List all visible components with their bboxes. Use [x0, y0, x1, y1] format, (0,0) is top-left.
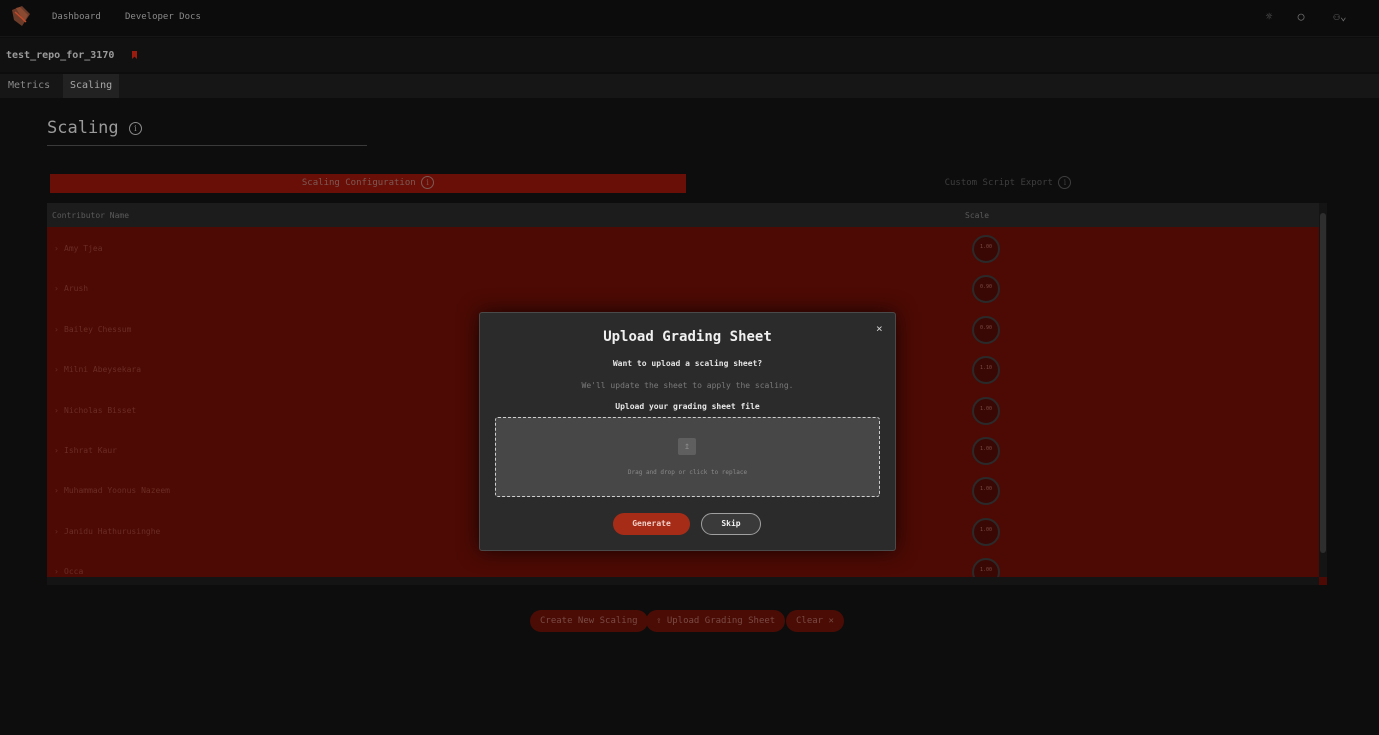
scale-input[interactable]: 1.10 — [972, 356, 1000, 385]
contributor-name: Janidu Hathurusinghe — [64, 526, 161, 536]
upload-grading-sheet-label: Upload Grading Sheet — [666, 616, 776, 626]
column-header-name: Contributor Name — [52, 211, 130, 220]
clear-label: Clear — [796, 616, 824, 626]
table-row[interactable]: › Amy Tjea 1.00 — [47, 235, 1319, 288]
chevron-right-icon[interactable]: › — [54, 567, 59, 576]
close-icon[interactable]: × — [876, 322, 883, 335]
info-icon[interactable]: i — [1058, 176, 1072, 189]
contributor-name: Occa — [64, 567, 84, 577]
info-icon[interactable]: i — [128, 121, 142, 135]
modal-title: Upload Grading Sheet — [603, 329, 772, 345]
clear-button[interactable]: Clear ✕ — [786, 610, 844, 632]
upload-icon: ↥ — [678, 438, 696, 455]
scaling-configuration-label: Scaling Configuration — [301, 178, 416, 188]
table-header: Contributor Name Scale — [47, 203, 1319, 227]
chevron-right-icon[interactable]: › — [54, 446, 59, 455]
bookmark-icon[interactable] — [132, 51, 137, 59]
generate-button[interactable]: Generate — [613, 513, 690, 535]
chevron-right-icon[interactable]: › — [54, 325, 59, 334]
file-dropzone[interactable]: ↥ Drag and drop or click to replace — [495, 417, 880, 497]
upload-icon: ⇪ — [656, 616, 662, 626]
nav-dashboard[interactable]: Dashboard — [52, 12, 101, 22]
info-icon[interactable]: i — [421, 176, 435, 189]
contributor-name: Nicholas Bisset — [64, 405, 137, 415]
scale-value: 1.00 — [979, 244, 993, 250]
scale-input[interactable]: 1.00 — [972, 235, 1000, 263]
scale-input[interactable]: 1.00 — [972, 437, 1000, 465]
scrollbar-thumb[interactable] — [1320, 213, 1326, 553]
contributor-name: Ishrat Kaur — [64, 446, 117, 455]
contributor-name: Amy Tjea — [64, 244, 103, 253]
page-title: Scaling i — [47, 118, 142, 138]
user-icon[interactable]: ⚇⌄ — [1330, 10, 1350, 24]
upload-label: Upload your grading sheet file — [615, 402, 760, 411]
tab-bar: Metrics Scaling — [0, 74, 1379, 98]
scale-input[interactable]: 0.90 — [972, 315, 1000, 344]
upload-grading-sheet-modal: Upload Grading Sheet × Want to upload a … — [479, 312, 896, 551]
custom-script-export-label: Custom Script Export — [944, 178, 1053, 188]
chevron-right-icon[interactable]: › — [54, 284, 59, 293]
sun-icon[interactable]: ☼ — [1262, 10, 1276, 24]
chevron-right-icon[interactable]: › — [54, 244, 59, 253]
scale-value: 1.10 — [979, 365, 993, 372]
scale-value: 0.90 — [979, 284, 993, 291]
contributor-name: Milni Abeysekara — [64, 365, 142, 375]
scale-value: 1.00 — [979, 526, 993, 533]
scale-input[interactable]: 1.00 — [972, 396, 1000, 425]
tab-scaling-configuration[interactable]: Scaling Configuration i — [50, 174, 686, 193]
chevron-right-icon[interactable]: › — [54, 365, 59, 374]
scale-value: 0.90 — [979, 324, 993, 331]
nav-developer-docs[interactable]: Developer Docs — [125, 12, 201, 22]
chevron-right-icon[interactable]: › — [54, 406, 59, 415]
contributor-name: Arush — [64, 284, 89, 294]
scale-value: 1.00 — [979, 486, 993, 493]
github-icon[interactable]: ◯ — [1294, 10, 1308, 24]
scale-value: 1.00 — [979, 405, 993, 412]
repo-header: test_repo_for_3170 — [0, 38, 1379, 72]
tab-custom-script-export[interactable]: Custom Script Export i — [688, 174, 1328, 193]
vertical-scrollbar[interactable] — [1319, 203, 1327, 577]
column-header-scale: Scale — [965, 211, 990, 220]
dropzone-text: Drag and drop or click to replace — [627, 469, 748, 476]
scale-value: 1.00 — [979, 567, 993, 574]
skip-button[interactable]: Skip — [701, 513, 761, 535]
chocolate-logo-icon[interactable] — [10, 4, 32, 28]
horizontal-scrollbar[interactable] — [47, 577, 1319, 585]
title-divider — [47, 145, 367, 146]
modal-question: Want to upload a scaling sheet? — [612, 359, 763, 368]
contributor-name: Bailey Chessum — [64, 324, 132, 334]
chevron-right-icon[interactable]: › — [54, 486, 59, 495]
close-icon: ✕ — [828, 616, 834, 626]
contributor-name: Muhammad Yoonus Nazeem — [64, 486, 170, 496]
scale-input[interactable]: 1.00 — [972, 517, 1000, 546]
tab-scaling[interactable]: Scaling — [63, 74, 120, 98]
create-new-scaling-button[interactable]: Create New Scaling — [530, 610, 648, 632]
top-navbar: Dashboard Developer Docs ☼ ◯ ⚇⌄ — [0, 0, 1379, 37]
page-title-text: Scaling — [47, 118, 119, 138]
modal-subtitle: We'll update the sheet to apply the scal… — [581, 381, 794, 390]
chevron-right-icon[interactable]: › — [54, 527, 59, 536]
tab-metrics[interactable]: Metrics — [1, 74, 57, 98]
scale-value: 1.00 — [979, 446, 993, 452]
scale-input[interactable]: 1.00 — [972, 477, 1000, 506]
repo-name: test_repo_for_3170 — [6, 50, 115, 61]
upload-grading-sheet-button[interactable]: ⇪ Upload Grading Sheet — [646, 610, 786, 632]
scale-input[interactable]: 0.90 — [972, 275, 1000, 304]
